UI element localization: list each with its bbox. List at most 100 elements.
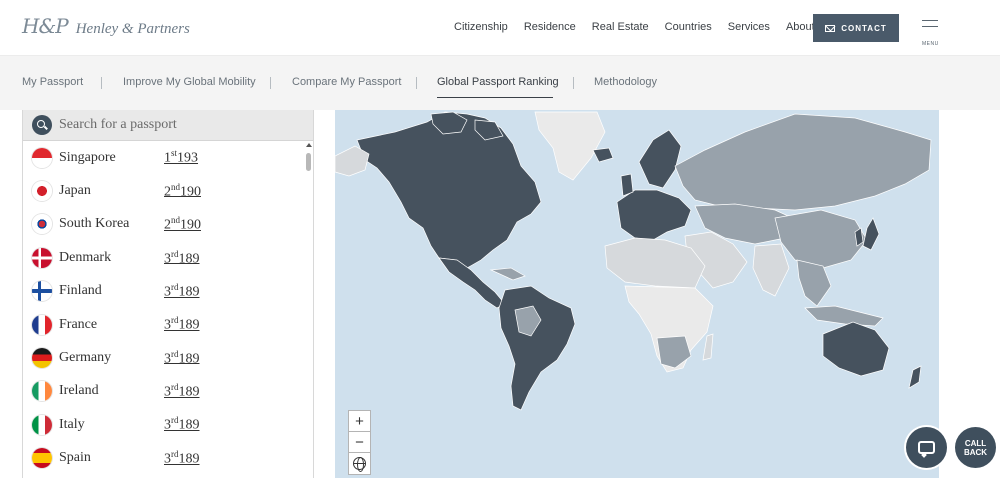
rank-link[interactable]: 3rd189	[164, 415, 200, 434]
finland-flag-icon	[32, 281, 52, 302]
ranking-row[interactable]: Singapore 1st193	[23, 141, 313, 174]
ranking-row[interactable]: South Korea 2nd190	[23, 208, 313, 241]
country-name: Singapore	[59, 149, 116, 165]
list-scrollbar[interactable]	[305, 143, 312, 478]
singapore-flag-icon	[32, 147, 52, 168]
nav-about[interactable]: About	[786, 21, 815, 33]
rank-suffix: nd	[171, 215, 180, 226]
rank-suffix: rd	[171, 315, 179, 326]
australia	[822, 321, 890, 377]
scroll-thumb[interactable]	[306, 153, 311, 171]
japan-flag-icon	[32, 181, 52, 202]
main-nav: Citizenship Residence Real Estate Countr…	[454, 21, 831, 33]
nav-citizenship[interactable]: Citizenship	[454, 21, 508, 33]
germany-flag-icon	[32, 348, 52, 369]
country-name: South Korea	[59, 216, 130, 232]
ranking-row[interactable]: Denmark 3rd189	[23, 241, 313, 274]
russia	[674, 113, 932, 211]
indonesia	[804, 305, 884, 327]
tab-my-passport[interactable]: My Passport	[22, 76, 83, 88]
ranking-row[interactable]: Japan 2nd190	[23, 174, 313, 207]
rank-link[interactable]: 2nd190	[164, 215, 201, 234]
zoom-in-button[interactable]: +	[349, 411, 370, 432]
uk	[620, 173, 634, 197]
rank-number: 1	[164, 151, 171, 167]
sub-nav: My Passport Improve My Global Mobility C…	[0, 56, 1000, 110]
rank-number: 3	[164, 351, 171, 367]
rank-link[interactable]: 3rd189	[164, 382, 200, 401]
search-icon[interactable]	[32, 115, 52, 135]
rank-suffix: rd	[171, 281, 179, 292]
ireland-flag-icon	[32, 381, 52, 402]
south-korea-flag-icon	[32, 214, 52, 235]
tab-global-ranking[interactable]: Global Passport Ranking	[437, 76, 559, 88]
passport-search	[23, 110, 313, 141]
rank-link[interactable]: 3rd189	[164, 449, 200, 468]
search-input[interactable]	[59, 117, 299, 133]
world-map[interactable]	[335, 110, 939, 478]
tab-divider	[573, 77, 574, 89]
brand-logo[interactable]: H&P Henley & Partners	[22, 14, 190, 38]
globe-icon	[353, 457, 366, 472]
tab-improve-mobility[interactable]: Improve My Global Mobility	[123, 76, 256, 88]
menu-button[interactable]: MENU	[922, 20, 942, 50]
japan	[862, 217, 880, 251]
tab-methodology[interactable]: Methodology	[594, 76, 657, 88]
rank-score: 193	[177, 151, 199, 167]
scroll-up-arrow-icon[interactable]	[306, 143, 312, 147]
tab-divider	[101, 77, 102, 89]
tab-divider	[416, 77, 417, 89]
ranking-row[interactable]: Spain 3rd189	[23, 442, 313, 475]
nav-countries[interactable]: Countries	[665, 21, 712, 33]
call-back-button[interactable]: CALL BACK	[955, 427, 996, 468]
ranking-row[interactable]: Germany 3rd189	[23, 341, 313, 374]
rank-number: 2	[164, 217, 171, 233]
south-america	[498, 285, 576, 411]
new-zealand	[908, 365, 922, 389]
country-name: Italy	[59, 416, 85, 432]
world-map-svg	[335, 111, 932, 411]
rank-score: 189	[178, 451, 200, 467]
zoom-out-button[interactable]: −	[349, 432, 370, 453]
rank-link[interactable]: 3rd189	[164, 315, 200, 334]
ranking-panel: Singapore1st193Japan2nd190South Korea2nd…	[22, 110, 314, 478]
tab-compare-passport[interactable]: Compare My Passport	[292, 76, 401, 88]
country-name: Denmark	[59, 249, 112, 265]
country-name: Japan	[59, 183, 91, 199]
italy-flag-icon	[32, 414, 52, 435]
rank-suffix: nd	[171, 181, 180, 192]
chat-button[interactable]	[906, 427, 947, 468]
nav-services[interactable]: Services	[728, 21, 770, 33]
contact-button[interactable]: CONTACT	[813, 14, 899, 42]
rank-link[interactable]: 3rd189	[164, 249, 200, 268]
rank-score: 189	[178, 317, 200, 333]
rank-score: 190	[180, 217, 201, 233]
map-zoom-controls: + −	[348, 410, 371, 475]
ranking-row[interactable]: Finland 3rd189	[23, 275, 313, 308]
reset-view-button[interactable]	[349, 453, 370, 474]
tab-divider	[270, 77, 271, 89]
nav-residence[interactable]: Residence	[524, 21, 576, 33]
rank-score: 189	[178, 351, 200, 367]
india	[752, 243, 790, 297]
scandinavia	[638, 129, 682, 189]
rank-link[interactable]: 2nd190	[164, 182, 201, 201]
madagascar	[702, 333, 714, 361]
rank-score: 189	[178, 418, 200, 434]
logo-mark: H&P	[22, 14, 69, 38]
rank-score: 189	[178, 284, 200, 300]
ranking-row[interactable]: Italy 3rd189	[23, 408, 313, 441]
nav-real-estate[interactable]: Real Estate	[592, 21, 649, 33]
rank-number: 3	[164, 284, 171, 300]
rank-score: 189	[178, 384, 200, 400]
greenland	[534, 111, 606, 181]
rank-link[interactable]: 1st193	[164, 148, 198, 167]
rank-link[interactable]: 3rd189	[164, 349, 200, 368]
ranking-row[interactable]: France 3rd189	[23, 308, 313, 341]
spain-flag-icon	[32, 448, 52, 469]
ranking-row[interactable]: Ireland 3rd189	[23, 375, 313, 408]
rank-score: 189	[178, 251, 200, 267]
call-back-label: CALL BACK	[963, 438, 988, 457]
rank-link[interactable]: 3rd189	[164, 282, 200, 301]
rank-number: 3	[164, 384, 171, 400]
